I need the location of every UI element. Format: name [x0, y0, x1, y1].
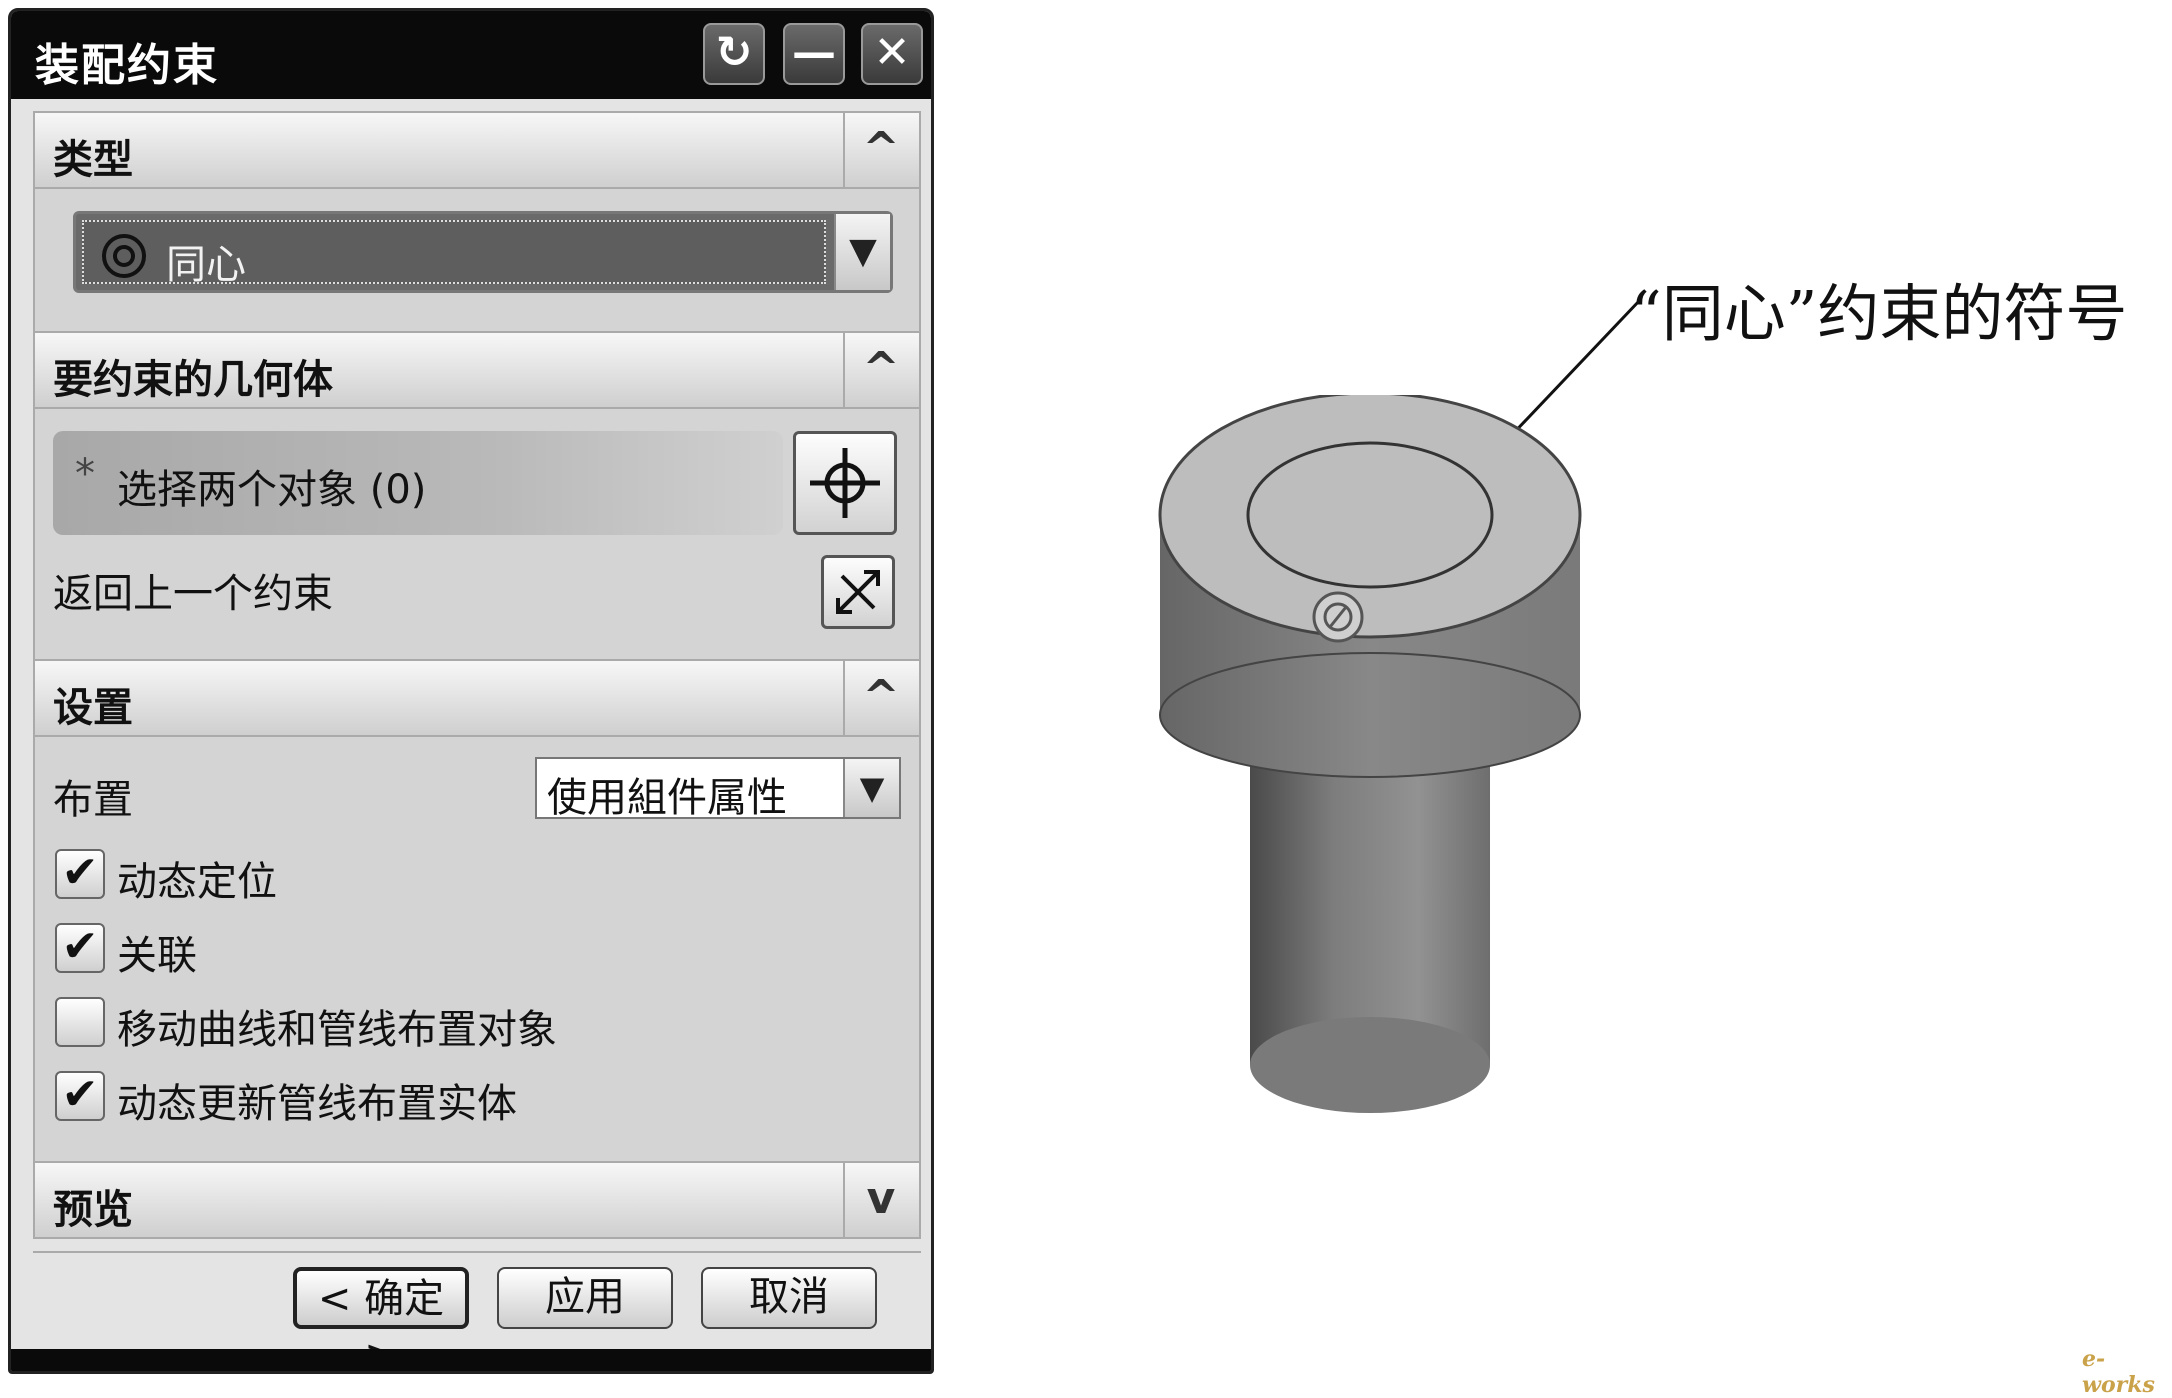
e-works-watermark: e-works: [2082, 1346, 2155, 1398]
annotation-leader-line: [1336, 298, 1642, 620]
concentric-part-model: [1158, 395, 1582, 1113]
